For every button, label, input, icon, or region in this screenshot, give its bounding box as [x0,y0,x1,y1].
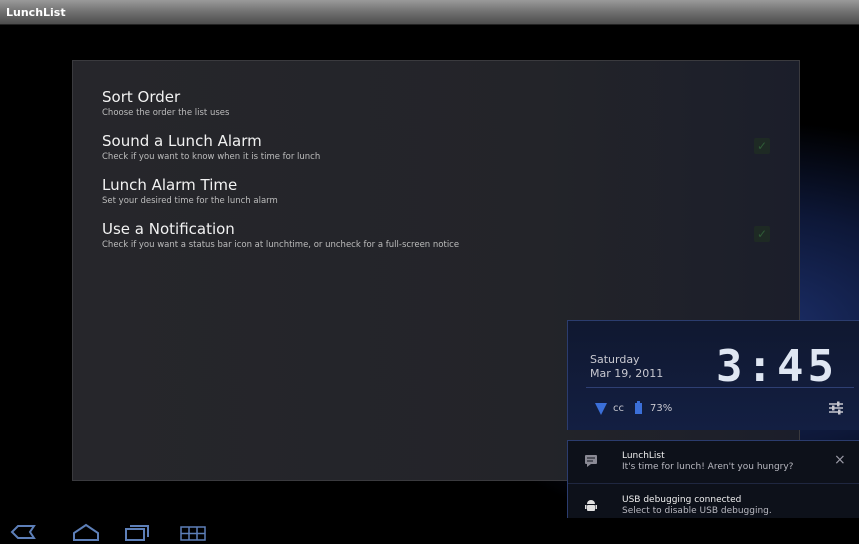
app-title: LunchList [6,6,66,19]
home-icon[interactable] [71,522,101,542]
notification-title: LunchList [622,451,665,461]
pref-summary: Check if you want to know when it is tim… [102,152,321,162]
pref-use-notification[interactable]: Use a Notification Check if you want a s… [102,220,459,250]
pref-alarm-time[interactable]: Lunch Alarm Time Set your desired time f… [102,176,278,206]
pref-summary: Set your desired time for the lunch alar… [102,196,278,206]
pref-sound-alarm[interactable]: Sound a Lunch Alarm Check if you want to… [102,132,320,162]
date-day: Saturday [590,353,640,366]
battery-icon [635,401,642,414]
title-bar: LunchList [0,0,859,25]
menu-icon[interactable] [178,522,208,542]
status-divider [586,387,854,388]
battery-level: 73% [650,403,673,414]
notification-text: It's time for lunch! Aren't you hungry? [622,462,794,472]
notification-lunchlist[interactable]: LunchList It's time for lunch! Aren't yo… [568,441,859,484]
android-icon [585,500,597,511]
settings-icon[interactable] [828,400,844,416]
close-icon[interactable]: × [834,453,846,467]
notification-panel: LunchList It's time for lunch! Aren't yo… [567,440,859,527]
notification-title: USB debugging connected [622,495,742,505]
pref-title: Sort Order [102,88,181,106]
use-notification-checkbox[interactable]: ✓ [754,226,770,242]
back-icon[interactable] [8,522,38,542]
recent-apps-icon[interactable] [122,522,152,542]
pref-summary: Check if you want a status bar icon at l… [102,240,460,250]
pref-title: Sound a Lunch Alarm [102,132,262,150]
pref-title: Lunch Alarm Time [102,176,238,194]
pref-sort-order[interactable]: Sort Order Choose the order the list use… [102,88,229,118]
pref-summary: Choose the order the list uses [102,108,230,118]
tablet-screen: LunchList Sort Order Choose the order th… [0,0,859,544]
sound-alarm-checkbox[interactable]: ✓ [754,138,770,154]
date-full: Mar 19, 2011 [590,367,664,380]
clock: 3:45 [716,341,838,392]
carrier-label: cc [613,403,624,414]
message-icon [585,455,597,467]
system-nav-bar [0,518,859,544]
notification-text: Select to disable USB debugging. [622,506,772,516]
status-panel: Saturday Mar 19, 2011 3:45 cc 73% [567,320,859,430]
wifi-icon [595,403,607,415]
pref-title: Use a Notification [102,220,235,238]
